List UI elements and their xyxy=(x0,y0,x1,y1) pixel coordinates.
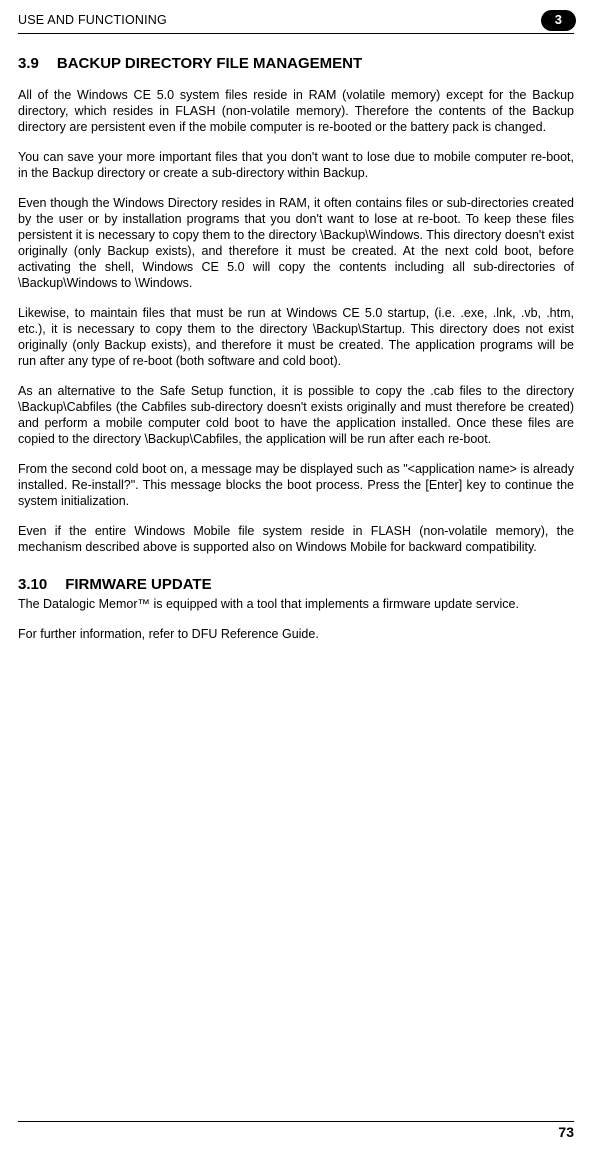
page-header: USE AND FUNCTIONING 3 xyxy=(18,10,574,34)
paragraph: Even though the Windows Directory reside… xyxy=(18,195,574,291)
paragraph: From the second cold boot on, a message … xyxy=(18,461,574,509)
section-number: 3.10 xyxy=(18,575,47,594)
paragraph: The Datalogic Memor™ is equipped with a … xyxy=(18,596,574,612)
header-title: USE AND FUNCTIONING xyxy=(18,12,167,28)
paragraph: For further information, refer to DFU Re… xyxy=(18,626,574,642)
section-3-9-heading: 3.9 BACKUP DIRECTORY FILE MANAGEMENT xyxy=(18,54,574,73)
chapter-badge: 3 xyxy=(541,10,576,31)
page-footer: 73 xyxy=(18,1121,574,1142)
paragraph: Likewise, to maintain files that must be… xyxy=(18,305,574,369)
section-number: 3.9 xyxy=(18,54,39,73)
page-number: 73 xyxy=(558,1124,574,1140)
section-3-10-heading: 3.10 FIRMWARE UPDATE xyxy=(18,575,574,594)
paragraph: You can save your more important files t… xyxy=(18,149,574,181)
paragraph: Even if the entire Windows Mobile file s… xyxy=(18,523,574,555)
section-title: FIRMWARE UPDATE xyxy=(65,576,211,593)
section-title: BACKUP DIRECTORY FILE MANAGEMENT xyxy=(57,55,362,72)
paragraph: As an alternative to the Safe Setup func… xyxy=(18,383,574,447)
paragraph: All of the Windows CE 5.0 system files r… xyxy=(18,87,574,135)
